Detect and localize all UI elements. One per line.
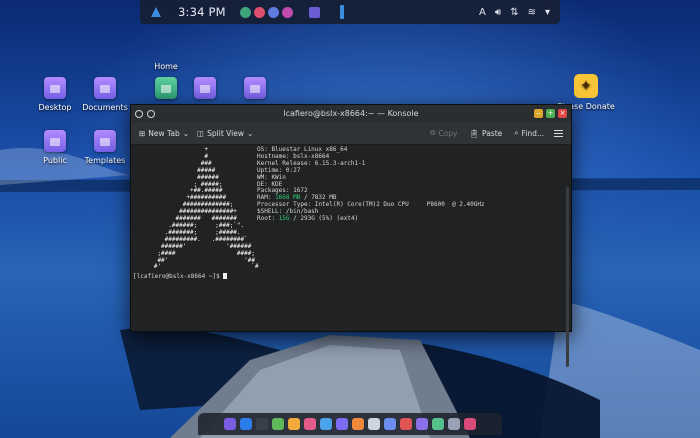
desktop-icon-label: Desktop — [38, 103, 72, 112]
dock-app-icon[interactable] — [240, 418, 252, 430]
dock-app-icon[interactable] — [320, 418, 332, 430]
desktop-icon-label: Home — [154, 62, 178, 71]
system-tray: A 🔊︎ ⇅ ≋ ▾ — [479, 7, 550, 18]
konsole-toolbar: ⊞ New Tab ⌄ ◫ Split View ⌄ ⧉ Copy 📋︎ Pas… — [131, 122, 571, 145]
dock-app-icon[interactable] — [304, 418, 316, 430]
paste-label: Paste — [482, 128, 503, 138]
dock-app-icon[interactable] — [288, 418, 300, 430]
copy-icon: ⧉ — [430, 128, 436, 137]
desktop-icon-folder[interactable] — [222, 77, 288, 103]
desktop-icon-templates[interactable]: Templates — [72, 130, 138, 165]
info-root-label: Root: — [257, 215, 279, 223]
window-titlebar[interactable]: lcafiero@bslx-x8664:~ — Konsole ‒ + × — [131, 105, 571, 122]
search-icon: ⌕ — [514, 128, 519, 137]
folder-icon — [194, 77, 216, 99]
dock-app-icon[interactable] — [416, 418, 428, 430]
dock-app-icon[interactable] — [400, 418, 412, 430]
folder-icon — [94, 77, 116, 99]
pin-icon[interactable] — [147, 109, 155, 118]
paste-icon: 📋︎ — [469, 128, 480, 138]
maximize-button[interactable]: + — [546, 109, 555, 118]
folder-icon — [44, 77, 66, 99]
chevron-down-icon: ⌄ — [246, 128, 254, 138]
new-tab-label: New Tab — [148, 128, 180, 138]
accessibility-icon[interactable]: A — [479, 7, 486, 18]
desktop-icon-label: Templates — [84, 156, 126, 165]
dock-app-icon[interactable] — [352, 418, 364, 430]
system-info: OS: Bluestar Linux x86_64 Hostname: bslx… — [257, 146, 485, 223]
dock-app-icon[interactable] — [432, 418, 444, 430]
minimize-button[interactable]: ‒ — [534, 109, 543, 118]
desktop-icon-label: Documents — [82, 103, 128, 112]
dock-app-icon[interactable] — [448, 418, 460, 430]
window-menu-icon[interactable] — [135, 109, 143, 118]
new-tab-button[interactable]: ⊞ New Tab ⌄ — [139, 129, 189, 138]
shell-prompt[interactable]: [lcafiero@bslx-x8664 ~]$ — [133, 273, 228, 281]
app-launcher-icon[interactable] — [148, 5, 164, 19]
close-button[interactable]: × — [558, 109, 567, 118]
new-tab-icon: ⊞ — [139, 128, 146, 138]
window-title: lcafiero@bslx-x8664:~ — Konsole — [283, 109, 419, 118]
desktop-icon-label: Public — [43, 156, 67, 165]
info-root-total: / 293G (5%) (ext4) — [289, 215, 359, 223]
clock[interactable]: 3:34 PM — [178, 5, 226, 19]
network-icon[interactable]: ⇅ — [510, 7, 518, 18]
dock-app-icon[interactable] — [464, 418, 476, 430]
split-view-button[interactable]: ◫ Split View ⌄ — [197, 129, 253, 138]
panel-app-icons — [239, 6, 293, 18]
paste-button[interactable]: 📋︎ Paste — [469, 129, 502, 138]
wifi-icon[interactable]: ≋ — [528, 7, 536, 18]
folder-icon — [94, 130, 116, 152]
copy-label: Copy — [438, 128, 458, 138]
konsole-window[interactable]: lcafiero@bslx-x8664:~ — Konsole ‒ + × ⊞ … — [130, 104, 572, 367]
terminal-scrollbar[interactable] — [566, 187, 569, 367]
arch-logo-ascii: + # ### ##### ###### ; #####; +##.##### … — [153, 146, 259, 271]
chevron-down-icon: ⌄ — [182, 128, 190, 138]
desktop-icon-documents[interactable]: Documents — [72, 77, 138, 112]
dock-app-icon[interactable] — [256, 418, 268, 430]
prompt-text: [lcafiero@bslx-x8664 ~]$ — [133, 273, 224, 280]
folder-icon — [44, 130, 66, 152]
dock-app-icon[interactable] — [368, 418, 380, 430]
find-label: Find... — [521, 128, 544, 138]
info-root-used: 15G — [278, 215, 290, 223]
copy-button[interactable]: ⧉ Copy — [430, 128, 457, 138]
dock-app-icon[interactable] — [224, 418, 236, 430]
donate-icon: ✦ — [574, 74, 598, 98]
text-cursor — [223, 273, 228, 279]
task-manager-icon[interactable] — [308, 6, 320, 18]
panel-app-icon[interactable] — [239, 6, 251, 18]
dock-app-icon[interactable] — [384, 418, 396, 430]
panel-app-icon[interactable] — [267, 6, 279, 18]
split-view-label: Split View — [207, 128, 244, 138]
hamburger-menu-icon[interactable] — [554, 129, 563, 137]
volume-icon[interactable]: 🔊︎ — [495, 7, 501, 18]
folder-icon — [244, 77, 266, 99]
split-view-icon: ◫ — [197, 128, 205, 138]
panel-app-icon[interactable] — [281, 6, 293, 18]
chevron-down-icon[interactable]: ▾ — [545, 7, 550, 18]
terminal-area[interactable]: + # ### ##### ###### ; #####; +##.##### … — [131, 145, 571, 367]
panel-app-icon[interactable] — [253, 6, 265, 18]
dock-app-icon[interactable] — [336, 418, 348, 430]
active-window-indicator[interactable] — [339, 5, 344, 19]
find-button[interactable]: ⌕ Find... — [514, 128, 544, 138]
dock-app-icon[interactable] — [272, 418, 284, 430]
dock — [198, 413, 502, 435]
top-panel: 3:34 PM A 🔊︎ ⇅ ≋ ▾ — [140, 0, 560, 24]
